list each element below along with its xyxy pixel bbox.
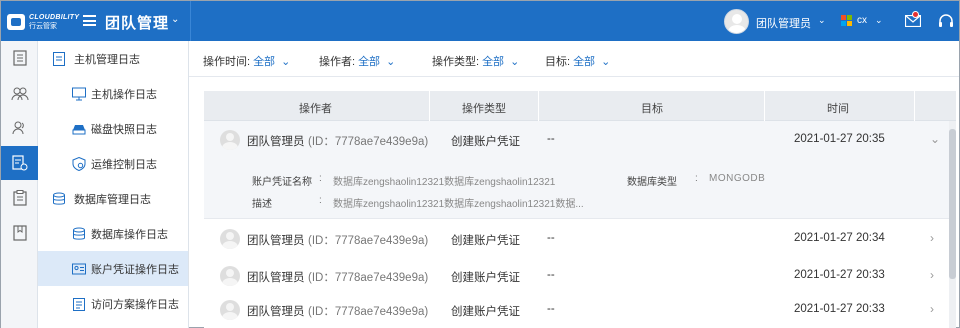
- document-icon: [12, 50, 27, 66]
- logo-mark-icon: [7, 14, 25, 30]
- db-type-value: MONGODB: [709, 173, 766, 184]
- submenu-ops-control-log[interactable]: 运维控制日志: [38, 146, 188, 181]
- rail-user[interactable]: [1, 111, 38, 145]
- chevron-down-icon[interactable]: ⌄: [507, 56, 519, 68]
- table-header: 操作者 操作类型 目标 时间: [204, 91, 956, 121]
- scrollbar-thumb[interactable]: [949, 129, 956, 279]
- collapse-chevron-icon[interactable]: ⌄: [930, 132, 940, 146]
- filter-type: 操作类型: 全部 ⌄: [432, 56, 520, 68]
- logo-text-en: CLOUDBILITY: [29, 14, 80, 21]
- hamburger-menu-icon[interactable]: [83, 15, 96, 26]
- filter-operator-dropdown[interactable]: 全部: [358, 56, 380, 68]
- filter-bar: 操作时间: 全部 ⌄ 操作者: 全部 ⌄ 操作类型: 全部 ⌄ 目标: 全部 ⌄: [189, 41, 959, 77]
- table-row[interactable]: 团队管理员 (ID：7778ae7e439e9a) 创建账户凭证 -- 2021…: [204, 257, 949, 295]
- team-management-title[interactable]: 团队管理: [105, 12, 169, 33]
- user-name[interactable]: 团队管理员: [756, 15, 811, 31]
- icon-rail: [1, 41, 38, 328]
- disk-icon: [72, 125, 86, 135]
- document-icon: [53, 52, 65, 66]
- expand-chevron-icon[interactable]: ›: [930, 231, 934, 245]
- expand-chevron-icon[interactable]: ›: [930, 302, 934, 316]
- header-time: 时间: [827, 103, 849, 115]
- chevron-down-icon[interactable]: ⌄: [383, 56, 395, 68]
- rail-book[interactable]: [1, 216, 38, 250]
- expand-chevron-icon[interactable]: ›: [930, 268, 934, 282]
- submenu-database-management-log[interactable]: 数据库管理日志: [38, 181, 188, 216]
- windows-logo-icon[interactable]: [841, 15, 852, 26]
- clipboard-icon: [12, 190, 27, 206]
- chevron-down-icon[interactable]: ⌄: [171, 14, 179, 25]
- row-detail-panel: 账户凭证名称 : 数据库zengshaolin12321数据库zengshaol…: [204, 159, 949, 219]
- user-chevron-down-icon[interactable]: ⌄: [818, 15, 826, 26]
- user-avatar[interactable]: [724, 9, 749, 34]
- rail-logs[interactable]: [1, 146, 38, 180]
- submenu-snapshot-log[interactable]: 磁盘快照日志: [38, 111, 188, 146]
- cloudbility-logo[interactable]: CLOUDBILITY 行云管家: [7, 13, 79, 31]
- id-card-icon: [72, 263, 86, 275]
- submenu-host-operation-log[interactable]: 主机操作日志: [38, 76, 188, 111]
- log-submenu: 主机管理日志 主机操作日志 磁盘快照日志 运维控制日志 数据库管理日志 数据库操…: [38, 41, 189, 328]
- avatar: [220, 130, 240, 150]
- filter-time-dropdown[interactable]: 全部: [253, 56, 275, 68]
- credential-name-value: 数据库zengshaolin12321数据库zengshaolin12321: [333, 177, 556, 188]
- table-row[interactable]: 团队管理员 (ID：7778ae7e439e9a) 创建账户凭证 -- 2021…: [204, 220, 949, 258]
- clipboard-list-icon: [73, 298, 85, 311]
- submenu-database-operation-log[interactable]: 数据库操作日志: [38, 216, 188, 251]
- avatar: [220, 266, 240, 286]
- rail-document[interactable]: [1, 41, 38, 75]
- rail-team[interactable]: [1, 77, 38, 111]
- logo-text-cn: 行云管家: [29, 23, 57, 30]
- header-operator: 操作者: [299, 103, 332, 115]
- header-type: 操作类型: [462, 103, 506, 115]
- database-icon: [53, 192, 65, 205]
- filter-type-dropdown[interactable]: 全部: [482, 56, 504, 68]
- table-row[interactable]: 团队管理员 (ID：7778ae7e439e9a) 创建账户凭证 -- 2021…: [204, 291, 949, 328]
- team-icon: [11, 87, 28, 101]
- notification-dot: [912, 11, 919, 18]
- shield-gear-icon: [72, 157, 86, 171]
- region-selector[interactable]: cx: [857, 15, 867, 26]
- submenu-access-plan-log[interactable]: 访问方案操作日志: [38, 286, 188, 321]
- filter-operator: 操作者: 全部 ⌄: [319, 56, 396, 68]
- avatar: [220, 229, 240, 249]
- book-icon: [12, 225, 27, 241]
- headset-support-icon[interactable]: [938, 13, 954, 29]
- vertical-scrollbar[interactable]: [949, 121, 956, 328]
- database-icon: [73, 227, 85, 240]
- header-target: 目标: [641, 103, 663, 115]
- filter-time: 操作时间: 全部 ⌄: [203, 56, 291, 68]
- region-chevron-down-icon[interactable]: ⌄: [875, 15, 883, 26]
- submenu-host-management-log[interactable]: 主机管理日志: [38, 41, 188, 76]
- filter-target: 目标: 全部 ⌄: [545, 56, 611, 68]
- table-row[interactable]: 团队管理员 (ID：7778ae7e439e9a) 创建账户凭证 -- 2021…: [204, 121, 949, 159]
- chevron-down-icon[interactable]: ⌄: [278, 56, 290, 68]
- submenu-credential-operation-log[interactable]: 账户凭证操作日志: [38, 251, 188, 286]
- rail-clipboard[interactable]: [1, 181, 38, 215]
- log-table: 操作者 操作类型 目标 时间 团队管理员 (ID：7778ae7e439e9a)…: [204, 91, 956, 328]
- monitor-icon: [72, 87, 86, 101]
- chevron-down-icon[interactable]: ⌄: [598, 56, 610, 68]
- avatar: [220, 300, 240, 320]
- description-value: 数据库zengshaolin12321数据库zengshaolin12321数据…: [333, 199, 584, 210]
- user-icon: [12, 121, 24, 135]
- top-header: CLOUDBILITY 行云管家 团队管理 ⌄ 团队管理员 ⌄ cx ⌄: [1, 1, 959, 41]
- log-settings-icon: [11, 155, 27, 171]
- filter-target-dropdown[interactable]: 全部: [573, 56, 595, 68]
